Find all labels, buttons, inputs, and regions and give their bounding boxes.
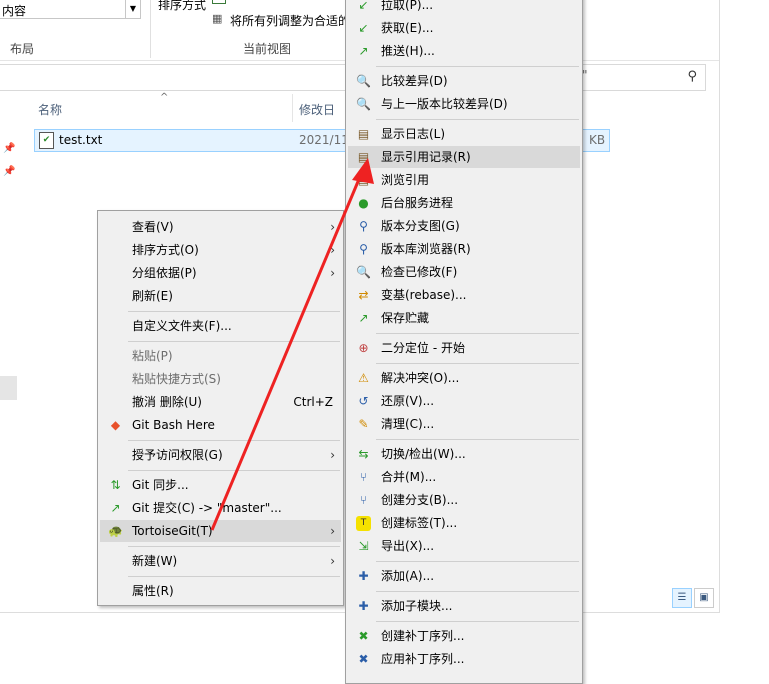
annotation-arrow [210,158,374,531]
arrow-head [352,158,374,184]
arrow-shaft [210,171,364,531]
